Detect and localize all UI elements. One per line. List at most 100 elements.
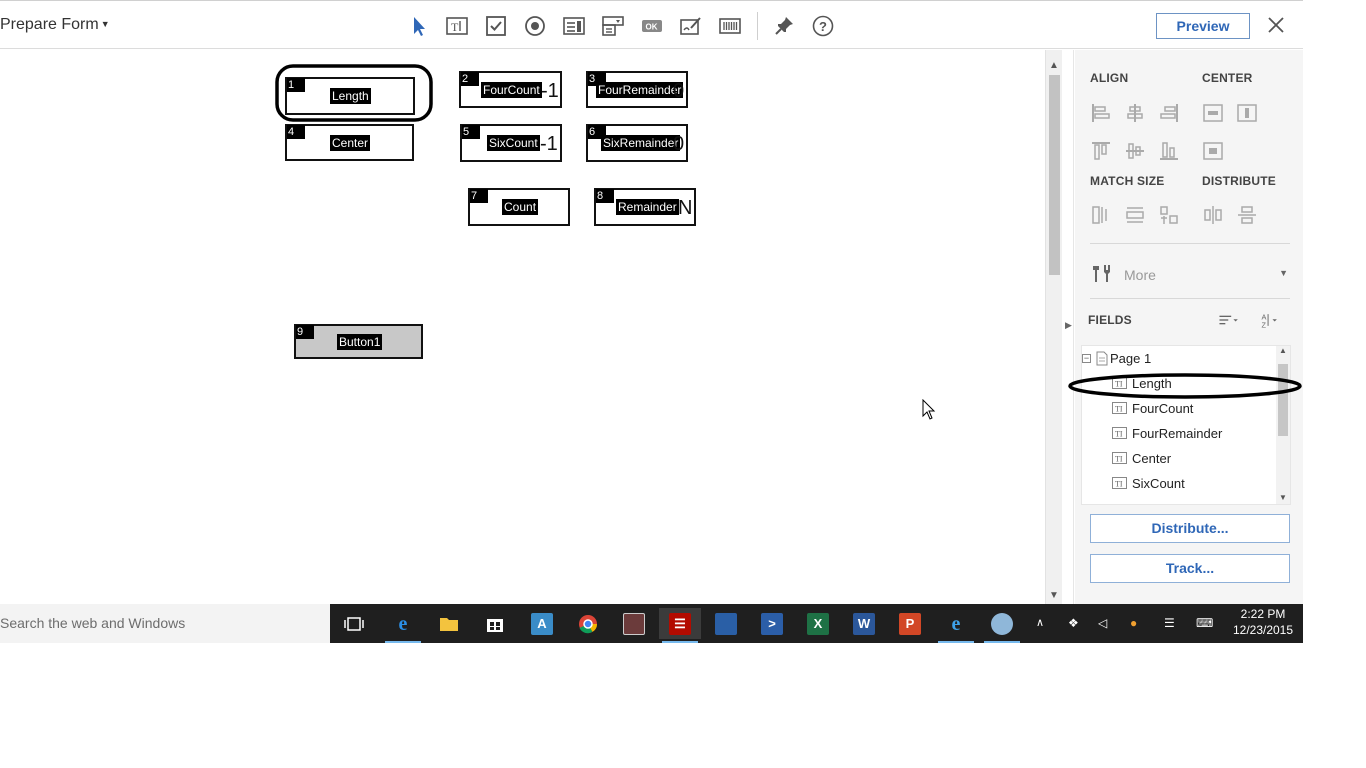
scroll-up-icon[interactable]: ▲	[1049, 60, 1059, 71]
align-top-icon[interactable]	[1090, 140, 1112, 162]
media-app-icon[interactable]	[613, 608, 655, 639]
svg-text:TI: TI	[1115, 480, 1123, 489]
match-both-icon[interactable]	[1158, 204, 1180, 226]
more-label: More	[1124, 267, 1156, 283]
svg-text:Z: Z	[1261, 320, 1266, 329]
dropdown-icon[interactable]	[601, 14, 625, 38]
field-label: Center	[330, 134, 371, 151]
collapse-icon[interactable]: −	[1082, 354, 1091, 363]
checkbox-icon[interactable]	[484, 14, 508, 38]
align-left-icon[interactable]	[1090, 102, 1112, 124]
scroll-thumb[interactable]	[1049, 75, 1060, 275]
caret-down-icon: ▼	[1279, 268, 1288, 278]
center-horizontal-icon[interactable]	[1202, 102, 1224, 124]
powershell-icon[interactable]: >	[751, 608, 793, 639]
edge-browser-icon[interactable]: e	[382, 608, 424, 643]
more-dropdown[interactable]: More ▼	[1090, 260, 1290, 290]
form-field-sixremainder[interactable]: 6 SixRemainder 0	[586, 124, 688, 162]
match-width-icon[interactable]	[1090, 204, 1112, 226]
center-both-icon[interactable]	[1202, 140, 1224, 162]
action-center-icon[interactable]: ☰	[1164, 604, 1180, 643]
radio-button-icon[interactable]	[523, 14, 547, 38]
pin-icon[interactable]	[772, 14, 796, 38]
field-number: 7	[470, 189, 488, 203]
acrobat-icon[interactable]: ☰	[659, 608, 701, 643]
text-field-icon[interactable]: T	[445, 14, 469, 38]
annotation-circle	[275, 64, 433, 122]
chevron-right-icon[interactable]: ▶	[1065, 320, 1072, 331]
network-warning-icon[interactable]: ●	[1130, 604, 1148, 643]
tree-scrollbar[interactable]: ▲ ▼	[1276, 346, 1290, 504]
keyboard-icon[interactable]: ⌨	[1196, 604, 1220, 643]
autocad-icon[interactable]: A	[521, 608, 563, 639]
field-number: 2	[461, 72, 479, 86]
ok-button-icon[interactable]: OK	[640, 14, 664, 38]
tree-page-item[interactable]: − Page 1	[1082, 346, 1272, 371]
prepare-form-menu[interactable]: Prepare Form ▼	[0, 16, 110, 34]
match-height-icon[interactable]	[1124, 204, 1146, 226]
scroll-down-icon[interactable]: ▼	[1279, 493, 1287, 502]
distribute-horizontal-icon[interactable]	[1202, 204, 1224, 226]
task-view-icon[interactable]	[333, 608, 375, 639]
form-field-sixcount[interactable]: 5 SixCount -1	[460, 124, 562, 162]
canvas-scrollbar[interactable]: ▲ ▼	[1045, 50, 1062, 605]
field-label: Count	[502, 199, 539, 215]
track-button[interactable]: Track...	[1090, 554, 1290, 583]
close-icon[interactable]	[1264, 13, 1288, 37]
align-bottom-icon[interactable]	[1158, 140, 1180, 162]
tree-item-center[interactable]: TI Center	[1082, 446, 1272, 471]
field-value: 0	[673, 80, 685, 102]
document-canvas[interactable]: 1 Length 2 FourCount -1 3 FourRemainder …	[0, 50, 1045, 605]
powerpoint-icon[interactable]: P	[889, 608, 931, 639]
fields-tree[interactable]: − Page 1 TI Length TI FourCount TI FourR…	[1081, 345, 1291, 505]
distribute-button[interactable]: Distribute...	[1090, 514, 1290, 543]
distribute-heading: DISTRIBUTE	[1202, 174, 1276, 188]
select-pointer-icon[interactable]	[407, 14, 431, 38]
list-box-icon[interactable]	[562, 14, 586, 38]
form-field-fourcount[interactable]: 2 FourCount -1	[459, 71, 562, 108]
taskbar-clock[interactable]: 2:22 PM 12/23/2015	[1228, 606, 1298, 638]
sort-order-icon[interactable]	[1218, 309, 1248, 331]
panel-collapse-handle[interactable]: ▶	[1062, 50, 1074, 605]
signature-icon[interactable]	[679, 14, 703, 38]
help-icon[interactable]: ?	[811, 14, 835, 38]
text-field-icon: TI	[1112, 402, 1127, 414]
center-vertical-icon[interactable]	[1236, 102, 1258, 124]
top-toolbar: Prepare Form ▼ T OK ? Preview	[0, 1, 1303, 49]
form-field-remainder[interactable]: 8 Remainder N	[594, 188, 696, 226]
internet-explorer-icon[interactable]: e	[935, 608, 977, 643]
remote-desktop-icon[interactable]	[705, 608, 747, 639]
field-number: 8	[596, 189, 614, 203]
preview-button[interactable]: Preview	[1156, 13, 1250, 39]
align-center-icon[interactable]	[1124, 102, 1146, 124]
chrome-icon[interactable]	[567, 608, 609, 639]
align-middle-icon[interactable]	[1124, 140, 1146, 162]
barcode-icon[interactable]	[718, 14, 742, 38]
form-field-center[interactable]: 4 Center	[285, 124, 414, 161]
form-button-button1[interactable]: 9 Button1	[294, 324, 423, 359]
sort-alpha-icon[interactable]: AZ	[1260, 309, 1290, 331]
form-field-count[interactable]: 7 Count	[468, 188, 570, 226]
tree-item-fourremainder[interactable]: TI FourRemainder	[1082, 421, 1272, 446]
svg-text:TI: TI	[1115, 455, 1123, 464]
field-label: FourRemainder	[596, 81, 684, 98]
tree-item-sixcount[interactable]: TI SixCount	[1082, 471, 1272, 496]
scroll-up-icon[interactable]: ▲	[1279, 346, 1287, 355]
panel-divider	[1090, 243, 1290, 244]
taskbar-search-box[interactable]: Search the web and Windows	[0, 604, 330, 643]
dropbox-icon[interactable]: ❖	[1068, 604, 1084, 643]
word-icon[interactable]: W	[843, 608, 885, 639]
scroll-down-icon[interactable]: ▼	[1049, 590, 1059, 601]
excel-icon[interactable]: X	[797, 608, 839, 639]
volume-icon[interactable]: ◁	[1098, 604, 1114, 643]
svg-text:TI: TI	[1115, 430, 1123, 439]
file-explorer-icon[interactable]	[428, 608, 470, 639]
store-icon[interactable]	[474, 608, 516, 639]
paint-icon[interactable]	[981, 608, 1023, 643]
align-right-icon[interactable]	[1158, 102, 1180, 124]
distribute-vertical-icon[interactable]	[1236, 204, 1258, 226]
form-field-fourremainder[interactable]: 3 FourRemainder 0	[586, 71, 688, 108]
show-hidden-icons-icon[interactable]: ∧	[1036, 604, 1052, 643]
svg-text:OK: OK	[646, 23, 658, 32]
windows-taskbar: Search the web and Windows e A ☰ > X W P…	[0, 604, 1303, 643]
